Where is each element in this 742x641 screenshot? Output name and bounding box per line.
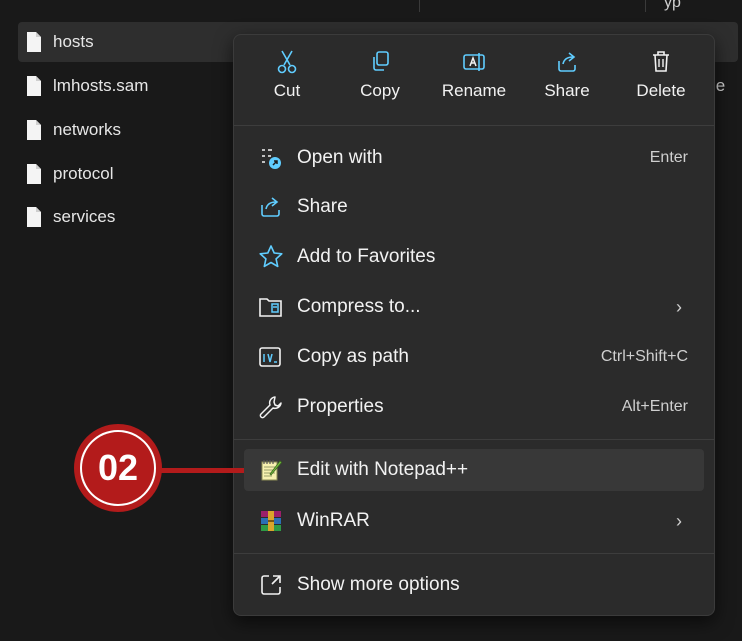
column-divider <box>419 0 420 12</box>
file-name: services <box>53 207 116 226</box>
menu-item-compress-to[interactable]: Compress to... › <box>244 286 704 328</box>
rename-icon <box>463 53 485 71</box>
menu-item-label: Compress to... <box>297 296 421 317</box>
scissors-icon <box>277 50 297 74</box>
menu-item-label: Add to Favorites <box>297 246 436 267</box>
menu-item-label: Properties <box>297 396 384 417</box>
file-row-lmhosts[interactable]: lmhosts.sam <box>18 66 148 106</box>
delete-button[interactable]: Delete <box>616 49 706 101</box>
copy-icon <box>373 51 389 71</box>
menu-item-label: Copy as path <box>297 346 409 367</box>
file-row-networks[interactable]: networks <box>18 110 121 150</box>
file-icon <box>26 75 42 97</box>
menu-item-show-more-options[interactable]: Show more options <box>244 564 704 606</box>
shortcut-text: Ctrl+Shift+C <box>600 348 688 365</box>
menu-item-label: Share <box>297 196 348 217</box>
star-icon <box>258 244 284 270</box>
menu-item-label: Open with <box>297 147 383 168</box>
delete-label: Delete <box>636 81 686 100</box>
step-callout: 02 <box>74 424 162 512</box>
file-row-services[interactable]: services <box>18 197 115 237</box>
file-icon <box>26 206 42 228</box>
menu-item-label: WinRAR <box>297 510 370 531</box>
menu-separator <box>234 553 714 554</box>
menu-item-label: Edit with Notepad++ <box>297 459 469 480</box>
file-name: protocol <box>53 164 114 183</box>
menu-item-copy-as-path[interactable]: Copy as path Ctrl+Shift+C <box>244 336 704 378</box>
file-name: lmhosts.sam <box>53 76 149 95</box>
file-name: networks <box>53 120 122 139</box>
open-with-icon <box>258 145 284 171</box>
copy-button[interactable]: Copy <box>335 49 425 101</box>
column-divider <box>645 0 646 12</box>
callout-connector <box>160 468 244 473</box>
show-more-icon <box>258 572 284 598</box>
shortcut-text: Alt+Enter <box>621 398 688 415</box>
trash-icon <box>653 51 669 72</box>
share-icon <box>558 52 576 72</box>
column-header-fragment: yp <box>664 0 681 11</box>
menu-separator <box>234 125 714 126</box>
wrench-icon <box>258 394 284 420</box>
notepadpp-icon <box>258 457 284 483</box>
winrar-icon <box>258 508 284 534</box>
cut-label: Cut <box>273 81 301 100</box>
menu-separator <box>234 439 714 440</box>
share-button[interactable]: Share <box>522 49 612 101</box>
rename-label: Rename <box>441 81 507 100</box>
file-icon <box>26 119 42 141</box>
menu-item-add-to-favorites[interactable]: Add to Favorites <box>244 236 704 278</box>
rename-button[interactable]: Rename <box>429 49 519 101</box>
shortcut-text: Enter <box>649 149 688 166</box>
step-number: 02 <box>82 432 154 504</box>
file-icon <box>26 163 42 185</box>
menu-item-properties[interactable]: Properties Alt+Enter <box>244 386 704 428</box>
menu-item-winrar[interactable]: WinRAR › <box>244 500 704 542</box>
context-menu: Cut Copy Rename Share Delete Open with E… <box>233 34 715 616</box>
cut-button[interactable]: Cut <box>242 49 332 101</box>
zip-folder-icon <box>258 294 284 320</box>
context-menu-action-bar: Cut Copy Rename Share Delete <box>234 35 714 125</box>
file-row-protocol[interactable]: protocol <box>18 154 113 194</box>
menu-item-label: Show more options <box>297 574 460 595</box>
menu-item-open-with[interactable]: Open with Enter <box>244 137 704 179</box>
file-name: hosts <box>53 32 94 51</box>
path-icon <box>258 344 284 370</box>
share-label: Share <box>544 81 590 100</box>
chevron-right-icon: › <box>676 296 682 317</box>
file-icon <box>26 31 42 53</box>
copy-label: Copy <box>360 81 400 100</box>
menu-item-share[interactable]: Share <box>244 186 704 228</box>
share-icon <box>258 194 284 220</box>
chevron-right-icon: › <box>676 510 682 531</box>
menu-item-edit-with-notepadpp[interactable]: Edit with Notepad++ <box>244 449 704 491</box>
